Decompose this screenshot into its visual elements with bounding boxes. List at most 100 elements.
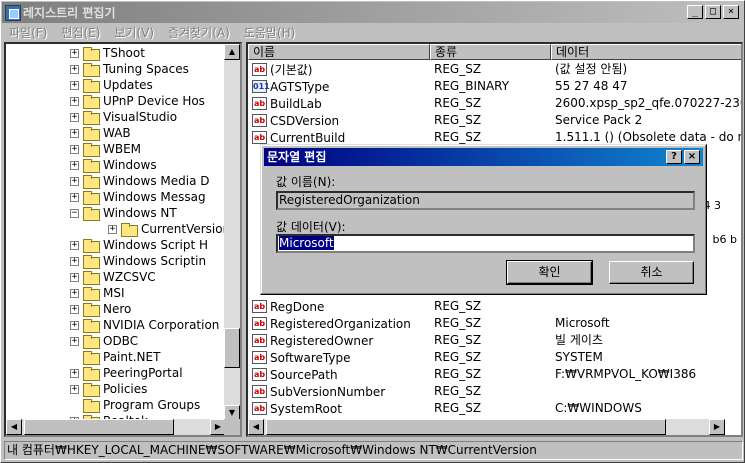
folder-icon	[83, 191, 100, 205]
tree-horizontal-scrollbar[interactable]: ◀ ▶	[6, 419, 226, 435]
value-type: REG_SZ	[434, 96, 482, 110]
expand-icon[interactable]: +	[70, 192, 79, 202]
tree-item[interactable]: − Windows NT	[70, 205, 177, 221]
expand-icon[interactable]: +	[70, 368, 79, 378]
scroll-left-arrow-icon[interactable]: ◀	[248, 419, 264, 435]
tree-item[interactable]: + TShoot	[70, 45, 145, 61]
menu-edit[interactable]: 편집(E)	[54, 24, 107, 41]
tree-item[interactable]: + CurrentVersion	[108, 221, 226, 237]
expand-icon[interactable]: +	[70, 160, 79, 170]
tree-item[interactable]: + MSI	[70, 285, 125, 301]
help-button[interactable]: ?	[666, 150, 682, 164]
tree-item-label: VisualStudio	[103, 110, 178, 124]
value-row[interactable]: ab SoftwareType REG_SZ SYSTEM	[248, 349, 741, 366]
tree-item[interactable]: + Updates	[70, 77, 153, 93]
menu-favorites[interactable]: 즐겨찾기(A)	[161, 24, 237, 41]
expand-icon[interactable]: +	[70, 288, 79, 298]
value-row[interactable]: ab RegisteredOwner REG_SZ 빌 게이츠	[248, 332, 741, 349]
scroll-thumb[interactable]	[266, 419, 666, 435]
expand-icon[interactable]: +	[70, 112, 79, 122]
column-header-name[interactable]: 이름	[248, 44, 430, 60]
scroll-left-arrow-icon[interactable]: ◀	[6, 419, 22, 435]
tree-item[interactable]: + Windows Messag	[70, 189, 206, 205]
folder-icon	[83, 47, 100, 61]
expand-icon[interactable]: +	[70, 48, 79, 58]
tree-item[interactable]: + ODBC	[70, 333, 138, 349]
tree-item-label: Nero	[103, 302, 132, 316]
expand-icon[interactable]: +	[70, 96, 79, 106]
list-horizontal-scrollbar[interactable]: ◀ ▶	[248, 419, 725, 435]
collapse-icon[interactable]: −	[70, 208, 79, 218]
value-name: CurrentBuild	[270, 130, 346, 145]
tree-item[interactable]: + Windows	[70, 157, 157, 173]
regedit-icon	[5, 4, 21, 21]
value-row[interactable]: ab SourcePath REG_SZ F:₩VRMPVOL_KO₩I386	[248, 366, 741, 383]
scroll-right-arrow-icon[interactable]: ▶	[709, 419, 725, 435]
expand-icon[interactable]: +	[70, 320, 79, 330]
tree-item[interactable]: + Windows Script H	[70, 237, 208, 253]
expand-icon[interactable]: +	[108, 224, 117, 234]
string-value-icon: ab	[252, 385, 267, 398]
cancel-button[interactable]: 취소	[609, 261, 694, 284]
tree-item-label: Windows Messag	[103, 190, 206, 204]
tree-item[interactable]: Paint.NET	[70, 349, 160, 365]
expand-icon[interactable]: +	[70, 256, 79, 266]
tree-item[interactable]: + VisualStudio	[70, 109, 177, 125]
value-row[interactable]: ab CSDVersion REG_SZ Service Pack 2	[248, 112, 741, 129]
value-name-cell: ab (기본값)	[252, 61, 312, 78]
expand-icon[interactable]: +	[70, 144, 79, 154]
tree-item-label: TShoot	[103, 46, 145, 60]
tree-item-label: Paint.NET	[103, 350, 161, 364]
scroll-thumb[interactable]	[24, 419, 174, 435]
column-header-type[interactable]: 종류	[430, 44, 551, 60]
tree-item[interactable]: + PeeringPortal	[70, 365, 183, 381]
expand-icon[interactable]: +	[70, 384, 79, 394]
menu-view[interactable]: 보기(V)	[107, 24, 161, 41]
value-row[interactable]: ab RegDone REG_SZ	[248, 298, 741, 315]
tree-item[interactable]: + Windows Scriptin	[70, 253, 206, 269]
expand-icon[interactable]: +	[70, 304, 79, 314]
tree-item[interactable]: + Policies	[70, 381, 147, 397]
value-data-field[interactable]: Microsoft	[276, 234, 695, 253]
value-row[interactable]: 011 AGTSType REG_BINARY 55 27 48 47	[248, 78, 741, 95]
tree-item[interactable]: + WAB	[70, 125, 131, 141]
maximize-button[interactable]: □	[705, 5, 721, 19]
tree-item[interactable]: + Tuning Spaces	[70, 61, 189, 77]
tree-item[interactable]: Program Groups	[70, 397, 200, 413]
tree-item[interactable]: + WZCSVC	[70, 269, 156, 285]
scroll-up-arrow-icon[interactable]: ▲	[224, 44, 240, 60]
close-button[interactable]: ×	[723, 5, 739, 19]
tree-item[interactable]: + Windows Media D	[70, 173, 209, 189]
tree-vertical-scrollbar[interactable]: ▲ ▼	[224, 44, 240, 421]
folder-icon	[83, 255, 100, 269]
value-row[interactable]: ab SubVersionNumber REG_SZ	[248, 383, 741, 400]
tree-item[interactable]: + Nero	[70, 301, 131, 317]
minimize-button[interactable]: _	[687, 5, 703, 19]
ok-button[interactable]: 확인	[506, 260, 593, 285]
value-type: REG_SZ	[434, 384, 482, 398]
value-row[interactable]: ab (기본값) REG_SZ (값 설정 안됨)	[248, 61, 741, 78]
dialog-close-button[interactable]: ×	[684, 150, 700, 164]
expand-icon[interactable]: +	[70, 176, 79, 186]
menu-help[interactable]: 도움말(H)	[237, 24, 303, 41]
menu-bar: 파일(F) 편집(E) 보기(V) 즐겨찾기(A) 도움말(H)	[2, 23, 743, 42]
scroll-thumb[interactable]	[224, 328, 240, 368]
string-value-icon: ab	[252, 402, 267, 415]
tree-item[interactable]: + UPnP Device Hos	[70, 93, 205, 109]
expand-icon[interactable]: +	[70, 80, 79, 90]
value-data: Microsoft	[555, 316, 610, 330]
tree-item[interactable]: + WBEM	[70, 141, 141, 157]
value-row[interactable]: ab SystemRoot REG_SZ C:₩WINDOWS	[248, 400, 741, 417]
column-header-data[interactable]: 데이터	[551, 44, 741, 60]
expand-icon[interactable]: +	[70, 64, 79, 74]
expand-icon[interactable]: +	[70, 240, 79, 250]
value-row[interactable]: ab BuildLab REG_SZ 2600.xpsp_sp2_qfe.070227…	[248, 95, 741, 112]
menu-file[interactable]: 파일(F)	[2, 24, 54, 41]
tree-item[interactable]: + NVIDIA Corporation	[70, 317, 219, 333]
expand-icon[interactable]: +	[70, 336, 79, 346]
folder-icon	[83, 351, 100, 365]
expand-icon[interactable]: +	[70, 272, 79, 282]
value-row[interactable]: ab RegisteredOrganization REG_SZ Microsoft	[248, 315, 741, 332]
expand-icon[interactable]: +	[70, 128, 79, 138]
tree-item-label: Windows Media D	[103, 174, 210, 188]
